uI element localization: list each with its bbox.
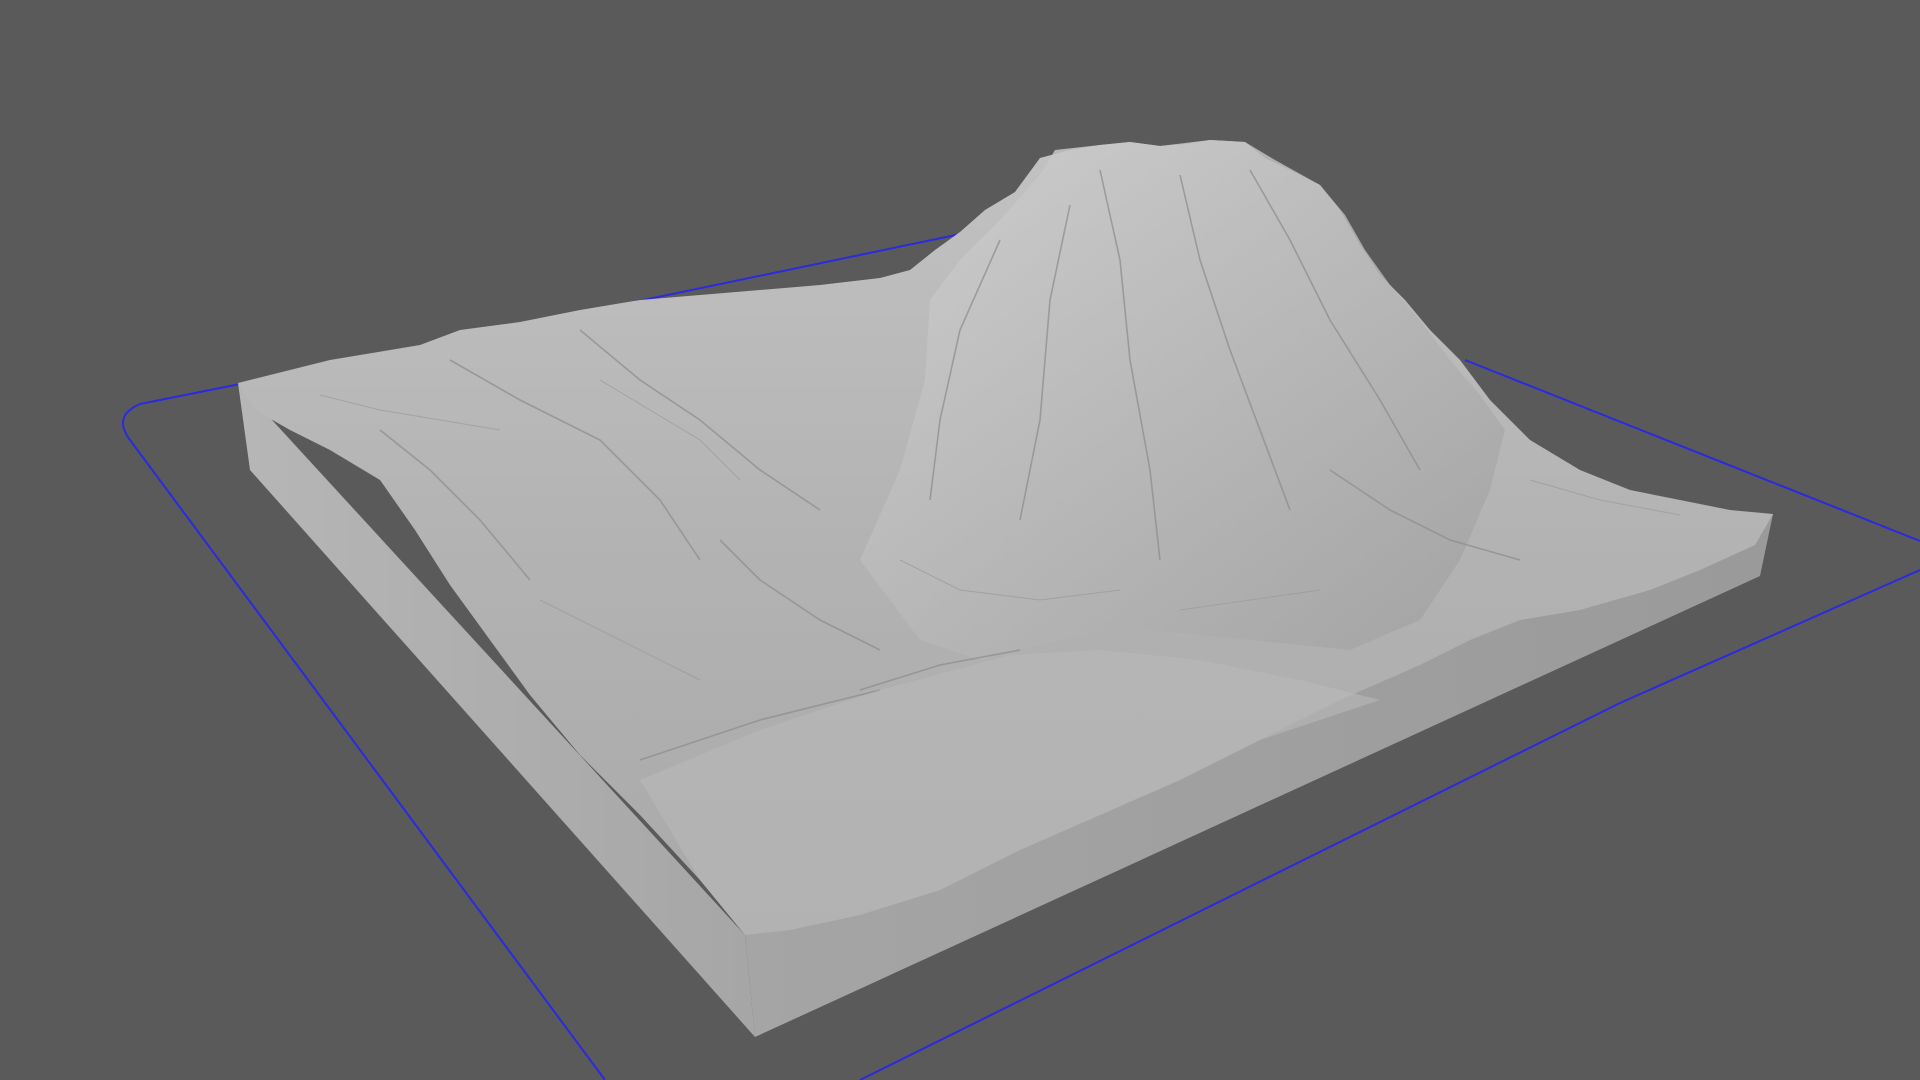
viewport-canvas[interactable] <box>0 0 1920 1080</box>
terrain-model[interactable] <box>238 140 1773 1037</box>
3d-viewport[interactable] <box>0 0 1920 1080</box>
terrain-peak <box>860 140 1505 660</box>
